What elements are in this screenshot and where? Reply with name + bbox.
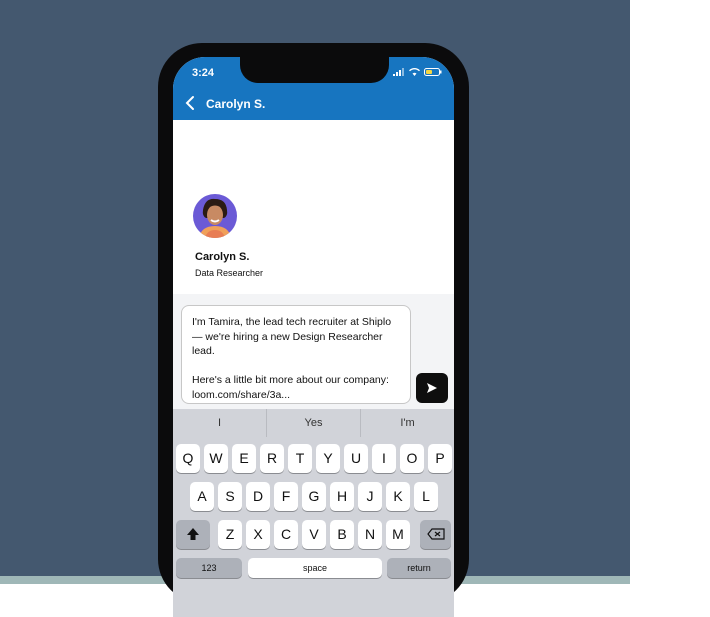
key-h[interactable]: H xyxy=(330,482,354,511)
key-x[interactable]: X xyxy=(246,520,270,549)
key-c[interactable]: C xyxy=(274,520,298,549)
key-t[interactable]: T xyxy=(288,444,312,473)
phone-screen: 3:24 Carolyn S. Carolyn S. Data Research… xyxy=(173,57,454,617)
key-g[interactable]: G xyxy=(302,482,326,511)
signal-icon xyxy=(393,68,404,76)
return-key[interactable]: return xyxy=(387,558,451,578)
avatar[interactable] xyxy=(193,194,237,238)
key-d[interactable]: D xyxy=(246,482,270,511)
profile-name: Carolyn S. xyxy=(195,251,250,263)
numbers-key[interactable]: 123 xyxy=(176,558,242,578)
message-input[interactable]: I'm Tamira, the lead tech recruiter at S… xyxy=(181,305,411,404)
key-n[interactable]: N xyxy=(358,520,382,549)
send-button[interactable] xyxy=(416,373,448,403)
phone-notch xyxy=(240,57,389,83)
suggestion-item[interactable]: Yes xyxy=(267,409,361,437)
key-p[interactable]: P xyxy=(428,444,452,473)
suggestion-bar: I Yes I'm xyxy=(173,409,454,437)
space-key[interactable]: space xyxy=(248,558,382,578)
key-o[interactable]: O xyxy=(400,444,424,473)
backspace-icon xyxy=(426,528,445,540)
avatar-portrait-icon xyxy=(199,198,231,238)
suggestion-item[interactable]: I xyxy=(173,409,267,437)
status-time: 3:24 xyxy=(192,67,215,79)
profile-role: Data Researcher xyxy=(195,268,264,278)
status-icons xyxy=(393,68,442,76)
key-r[interactable]: R xyxy=(260,444,284,473)
shift-key[interactable] xyxy=(176,520,210,549)
key-s[interactable]: S xyxy=(218,482,242,511)
wifi-icon xyxy=(409,68,420,76)
keyboard: I Yes I'm Q W E R T Y U I O P A S D F G … xyxy=(173,409,454,617)
compose-area: I'm Tamira, the lead tech recruiter at S… xyxy=(173,294,454,409)
key-i[interactable]: I xyxy=(372,444,396,473)
suggestion-item[interactable]: I'm xyxy=(361,409,454,437)
back-chevron-icon[interactable] xyxy=(185,95,195,111)
profile-card: Carolyn S. Data Researcher xyxy=(173,120,454,294)
send-icon xyxy=(427,383,437,393)
backspace-key[interactable] xyxy=(420,520,451,549)
key-v[interactable]: V xyxy=(302,520,326,549)
key-e[interactable]: E xyxy=(232,444,256,473)
contact-name: Carolyn S. xyxy=(206,97,266,111)
key-w[interactable]: W xyxy=(204,444,228,473)
phone-frame: 3:24 Carolyn S. Carolyn S. Data Research… xyxy=(158,43,469,617)
battery-icon xyxy=(424,68,442,76)
key-y[interactable]: Y xyxy=(316,444,340,473)
chat-header: 3:24 Carolyn S. xyxy=(173,57,454,120)
key-l[interactable]: L xyxy=(414,482,438,511)
key-q[interactable]: Q xyxy=(176,444,200,473)
key-f[interactable]: F xyxy=(274,482,298,511)
shift-icon xyxy=(187,528,199,540)
key-k[interactable]: K xyxy=(386,482,410,511)
key-a[interactable]: A xyxy=(190,482,214,511)
key-b[interactable]: B xyxy=(330,520,354,549)
key-j[interactable]: J xyxy=(358,482,382,511)
key-u[interactable]: U xyxy=(344,444,368,473)
key-z[interactable]: Z xyxy=(218,520,242,549)
key-m[interactable]: M xyxy=(386,520,410,549)
